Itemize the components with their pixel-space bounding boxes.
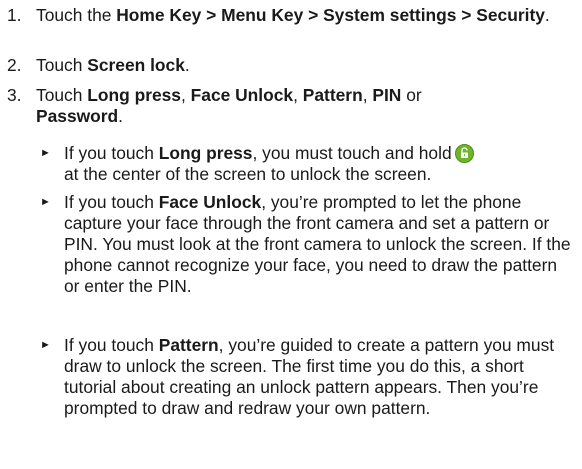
step-text-plain: ,	[362, 85, 373, 105]
step-text-plain: Touch	[36, 55, 88, 75]
sub-item-text: If you touch Pattern, you’re guided to c…	[64, 335, 576, 419]
bullet-arrow-icon: ►	[40, 196, 51, 208]
sub-text-plain: If you touch	[64, 192, 159, 212]
sub-text-plain: , you must touch and hold	[252, 143, 452, 163]
sub-text-plain: at the center of the screen to unlock th…	[64, 164, 432, 184]
step-text-plain: .	[544, 5, 550, 25]
bullet-arrow-icon: ►	[40, 147, 51, 159]
bullet-arrow-icon: ►	[40, 339, 51, 351]
step-number: 2.	[7, 55, 22, 75]
step-number: 3.	[7, 85, 22, 105]
sub-text-bold: Face Unlock	[158, 192, 262, 212]
step-text: Touch the Home Key > Menu Key > System s…	[36, 5, 578, 26]
step-text-bold: Face Unlock	[190, 85, 294, 105]
step-text-bold: Pattern	[302, 85, 363, 105]
sub-text-bold: Pattern	[158, 335, 219, 355]
step-text-plain: Touch	[36, 85, 88, 105]
step-text-plain: .	[184, 55, 190, 75]
step-text-bold: PIN	[372, 85, 402, 105]
sub-item-text: If you touch Face Unlock, you’re prompte…	[64, 192, 576, 297]
step-text-plain: or	[401, 85, 422, 105]
step-text: Touch Screen lock.	[36, 55, 578, 76]
step-text-plain: .	[118, 106, 123, 126]
step-text-plain: Touch the	[36, 5, 117, 25]
step-number: 1.	[7, 5, 22, 25]
green-lock-icon	[454, 144, 474, 163]
step-text-bold: Screen lock	[87, 55, 185, 75]
step-text-bold: Long press	[87, 85, 181, 105]
instruction-document: 1. Touch the Home Key > Menu Key > Syste…	[0, 0, 582, 469]
sub-text-plain: If you touch	[64, 335, 159, 355]
step-text-bold: Home Key > Menu Key > System settings > …	[116, 5, 545, 25]
sub-item-text: If you touch Long press, you must touch …	[64, 143, 576, 185]
sub-text-bold: Long press	[158, 143, 253, 163]
sub-text-plain: If you touch	[64, 143, 159, 163]
step-text-bold: Password	[36, 106, 119, 126]
step-text: Touch Long press, Face Unlock, Pattern, …	[36, 85, 578, 127]
step-text-plain: ,	[293, 85, 303, 105]
step-text-plain: ,	[180, 85, 191, 105]
